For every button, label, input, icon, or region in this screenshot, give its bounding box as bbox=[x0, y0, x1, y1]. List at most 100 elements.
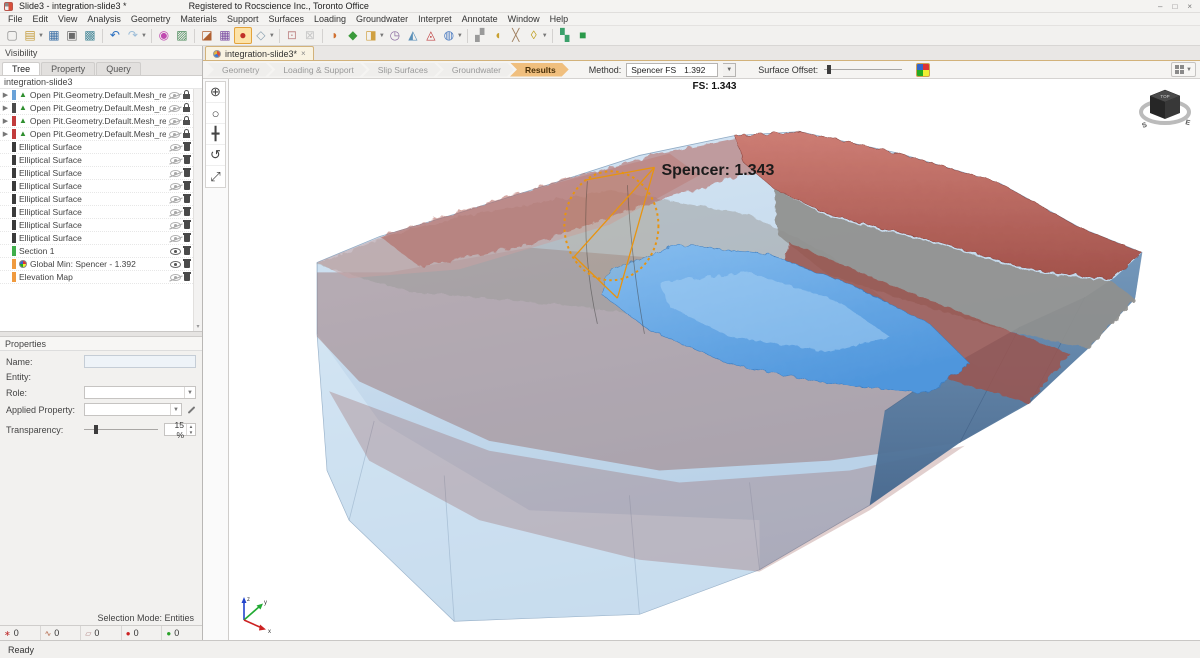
zoom-extents-icon[interactable]: ⤢ bbox=[206, 166, 225, 187]
interpret-results-icon[interactable]: ● bbox=[234, 27, 252, 44]
menu-analysis[interactable]: Analysis bbox=[82, 13, 126, 25]
menu-help[interactable]: Help bbox=[545, 13, 574, 25]
trash-icon[interactable] bbox=[184, 209, 190, 216]
eye-hidden-icon[interactable] bbox=[170, 274, 181, 281]
eye-hidden-icon[interactable] bbox=[170, 222, 181, 229]
trash-icon[interactable] bbox=[184, 235, 190, 242]
expand-arrow-icon[interactable]: ▶ bbox=[2, 130, 9, 138]
close-button[interactable]: × bbox=[1187, 2, 1192, 11]
eye-hidden-icon[interactable] bbox=[170, 196, 181, 203]
trash-icon[interactable] bbox=[184, 274, 190, 281]
eye-hidden-icon[interactable] bbox=[170, 170, 181, 177]
tree-scrollbar[interactable]: ▾ bbox=[193, 89, 202, 331]
lock-icon[interactable] bbox=[183, 107, 190, 112]
role-select[interactable]: ▼ bbox=[84, 386, 196, 399]
eye-hidden-icon[interactable] bbox=[170, 144, 181, 151]
method-select[interactable]: Spencer FS 1.392 bbox=[626, 63, 718, 77]
tree-row[interactable]: Elliptical Surface bbox=[0, 232, 193, 245]
seismic-icon[interactable]: ◷ bbox=[386, 27, 404, 44]
terrain-icon[interactable]: ▞ bbox=[471, 27, 489, 44]
transparency-slider[interactable] bbox=[84, 429, 158, 430]
contour-map-icon[interactable]: ▚ bbox=[556, 27, 574, 44]
eye-hidden-icon[interactable] bbox=[169, 118, 180, 125]
edit-tools-icon[interactable]: ◪ bbox=[198, 27, 216, 44]
tree-row[interactable]: Elevation Map bbox=[0, 271, 193, 284]
tree-row[interactable]: Global Min: Spencer - 1.392 bbox=[0, 258, 193, 271]
supports-icon[interactable]: ◆ bbox=[344, 27, 362, 44]
redo-icon[interactable]: ↷ bbox=[124, 27, 142, 44]
zoom-window-icon[interactable]: ⊕ bbox=[206, 82, 225, 103]
eye-hidden-icon[interactable] bbox=[169, 92, 180, 99]
selection-lock-icon[interactable]: ⊡ bbox=[283, 27, 301, 44]
tree-row[interactable]: Elliptical Surface bbox=[0, 193, 193, 206]
trash-icon[interactable] bbox=[184, 144, 190, 151]
view-cube[interactable]: TOP S E bbox=[1138, 84, 1192, 134]
loads-icon[interactable]: ◨ bbox=[362, 27, 380, 44]
maximize-button[interactable]: □ bbox=[1172, 2, 1177, 11]
trash-icon[interactable] bbox=[184, 170, 190, 177]
expand-arrow-icon[interactable]: ▶ bbox=[2, 104, 9, 112]
tree-row[interactable]: Elliptical Surface bbox=[0, 154, 193, 167]
eye-hidden-icon[interactable] bbox=[170, 235, 181, 242]
save-icon[interactable]: ▦ bbox=[45, 27, 63, 44]
document-tab[interactable]: integration-slide3* × bbox=[205, 46, 314, 60]
menu-materials[interactable]: Materials bbox=[175, 13, 222, 25]
eye-hidden-icon[interactable] bbox=[169, 131, 180, 138]
annotate-icon[interactable]: ◊ bbox=[525, 27, 543, 44]
trash-icon[interactable] bbox=[184, 222, 190, 229]
trash-icon[interactable] bbox=[184, 157, 190, 164]
measure-icon[interactable]: ╳ bbox=[507, 27, 525, 44]
menu-loading[interactable]: Loading bbox=[309, 13, 351, 25]
surfaces-icon[interactable]: ◭ bbox=[404, 27, 422, 44]
display-options-icon[interactable]: ▨ bbox=[173, 27, 191, 44]
print-icon[interactable]: ▣ bbox=[63, 27, 81, 44]
tab-tree[interactable]: Tree bbox=[2, 62, 40, 75]
wireframe-box-icon[interactable]: ◇ bbox=[252, 27, 270, 44]
trash-icon[interactable] bbox=[184, 183, 190, 190]
rotate-icon[interactable]: ↺ bbox=[206, 145, 225, 166]
tree-row[interactable]: Elliptical Surface bbox=[0, 167, 193, 180]
trash-icon[interactable] bbox=[184, 248, 190, 255]
tree-row[interactable]: Elliptical Surface bbox=[0, 219, 193, 232]
workflow-stage-loading-support[interactable]: Loading & Support bbox=[268, 63, 366, 77]
expand-arrow-icon[interactable]: ▶ bbox=[2, 117, 9, 125]
transparency-spinner[interactable]: 15 % ▲▼ bbox=[164, 423, 196, 436]
zoom-icon[interactable]: ○ bbox=[206, 103, 225, 124]
tree-row[interactable]: Elliptical Surface bbox=[0, 180, 193, 193]
menu-groundwater[interactable]: Groundwater bbox=[351, 13, 413, 25]
viewport-layout-button[interactable]: ▼ bbox=[1171, 62, 1196, 77]
eye-hidden-icon[interactable] bbox=[170, 157, 181, 164]
menu-support[interactable]: Support bbox=[222, 13, 264, 25]
lock-icon[interactable] bbox=[183, 94, 190, 99]
3d-model[interactable]: Spencer: 1.343 bbox=[229, 94, 1200, 640]
workflow-stage-slip-surfaces[interactable]: Slip Surfaces bbox=[363, 63, 441, 77]
eye-visible-icon[interactable] bbox=[170, 261, 181, 268]
applied-property-select[interactable]: ▼ bbox=[84, 403, 182, 416]
tree-row[interactable]: Section 1 bbox=[0, 245, 193, 258]
trash-icon[interactable] bbox=[184, 196, 190, 203]
tree-row[interactable]: ▶▲Open Pit.Geometry.Default.Mesh_remeshe… bbox=[0, 89, 193, 102]
tree-row[interactable]: ▶▲Open Pit.Geometry.Default.Mesh_remeshe… bbox=[0, 102, 193, 115]
menu-annotate[interactable]: Annotate bbox=[457, 13, 503, 25]
name-field[interactable] bbox=[84, 355, 196, 368]
surface-offset-handle[interactable] bbox=[827, 65, 831, 74]
lock-icon[interactable] bbox=[183, 120, 190, 125]
menu-interpret[interactable]: Interpret bbox=[413, 13, 457, 25]
tree-row[interactable]: ▶▲Open Pit.Geometry.Default.Mesh_remeshe… bbox=[0, 115, 193, 128]
method-dropdown-icon[interactable]: ▼ bbox=[723, 63, 736, 77]
3d-box-icon[interactable]: ■ bbox=[574, 27, 592, 44]
menu-file[interactable]: File bbox=[3, 13, 28, 25]
lock-icon[interactable] bbox=[183, 133, 190, 138]
workflow-stage-groundwater[interactable]: Groundwater bbox=[437, 63, 514, 77]
tree-row[interactable]: ▶▲Open Pit.Geometry.Default.Mesh_remeshe… bbox=[0, 128, 193, 141]
materials-icon[interactable]: ◗ bbox=[326, 27, 344, 44]
open-file-icon[interactable]: ▤ bbox=[21, 27, 39, 44]
3d-canvas[interactable]: FS: 1.343 bbox=[229, 79, 1200, 640]
eye-hidden-icon[interactable] bbox=[170, 209, 181, 216]
tab-close-icon[interactable]: × bbox=[301, 49, 306, 58]
workflow-stage-geometry[interactable]: Geometry bbox=[207, 63, 272, 77]
trash-icon[interactable] bbox=[184, 261, 190, 268]
minimize-button[interactable]: – bbox=[1158, 2, 1162, 11]
pan-icon[interactable]: ╋ bbox=[206, 124, 225, 145]
tab-property[interactable]: Property bbox=[41, 62, 95, 75]
